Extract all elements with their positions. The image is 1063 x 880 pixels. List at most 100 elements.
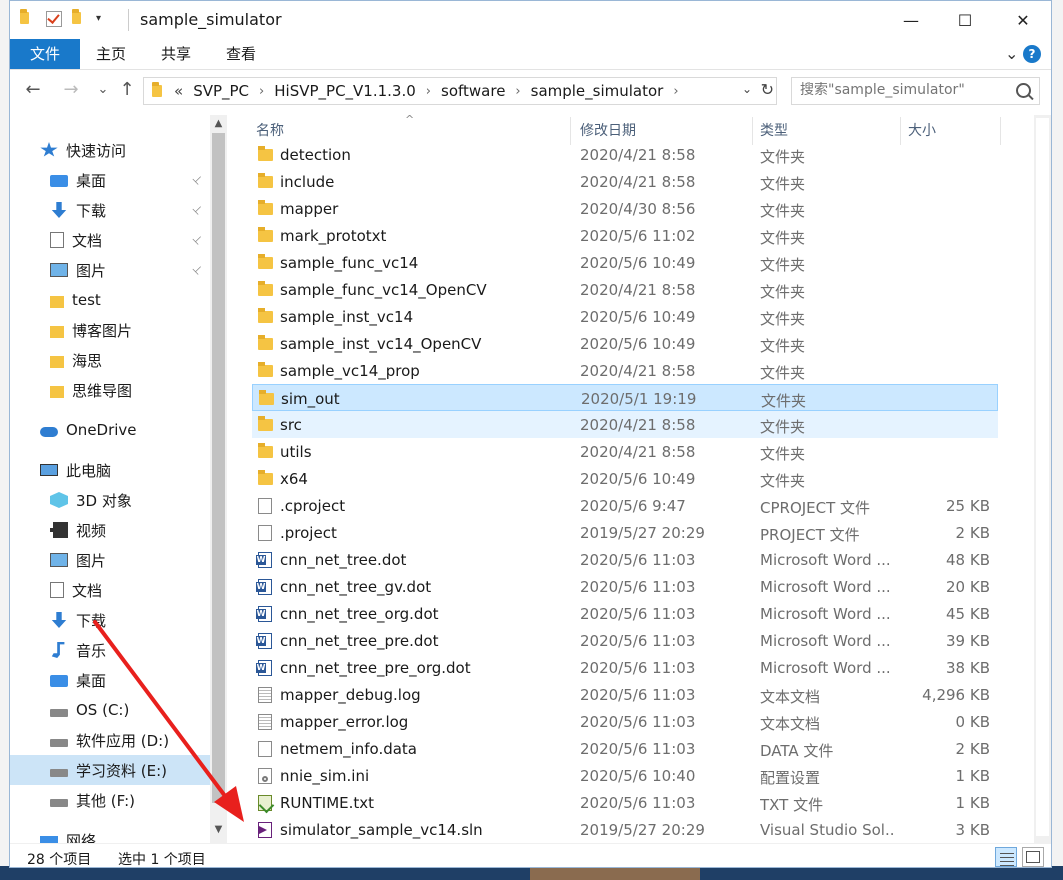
tab-share[interactable]: 共享 bbox=[151, 39, 201, 69]
sidebar-item[interactable]: 文档 bbox=[10, 575, 210, 605]
pin-icon[interactable]: ⊥ bbox=[190, 172, 206, 188]
minimize-button[interactable]: — bbox=[888, 1, 934, 39]
sidebar-item[interactable]: OS (C:) bbox=[10, 695, 210, 725]
sidebar-item[interactable]: 下载 bbox=[10, 605, 210, 635]
file-row[interactable]: mapper_error.log 2020/5/6 11:03 文本文档 0 KB bbox=[252, 708, 998, 735]
title-separator bbox=[128, 9, 129, 31]
up-arrow-icon[interactable]: ↑ bbox=[116, 79, 138, 101]
file-row[interactable]: .project 2019/5/27 20:29 PROJECT 文件 2 KB bbox=[252, 519, 998, 546]
file-row[interactable]: .cproject 2020/5/6 9:47 CPROJECT 文件 25 KB bbox=[252, 492, 998, 519]
file-row[interactable]: simulator_sample_vc14.sln 2019/5/27 20:29… bbox=[252, 816, 998, 843]
file-row[interactable]: cnn_net_tree_gv.dot 2020/5/6 11:03 Microso… bbox=[252, 573, 998, 600]
refresh-icon[interactable]: ↻ bbox=[761, 80, 774, 99]
sidebar-item[interactable]: 学习资料 (E:) bbox=[10, 755, 210, 785]
file-row[interactable]: mapper_debug.log 2020/5/6 11:03 文本文档 4,296 … bbox=[252, 681, 998, 708]
sidebar-item[interactable]: 其他 (F:) bbox=[10, 785, 210, 815]
file-row[interactable]: detection 2020/4/21 8:58 文件夹 bbox=[252, 141, 998, 168]
tab-view[interactable]: 查看 bbox=[216, 39, 266, 69]
sidebar-item[interactable]: 3D 对象 bbox=[10, 485, 210, 515]
scroll-down-icon[interactable]: ▼ bbox=[210, 821, 227, 839]
breadcrumb-item[interactable]: SVP_PC bbox=[193, 82, 249, 100]
sidebar-item[interactable]: 快速访问 bbox=[10, 135, 210, 165]
sidebar-item[interactable]: 海思 bbox=[10, 345, 210, 375]
details-view-icon[interactable] bbox=[995, 847, 1017, 867]
back-arrow-icon[interactable]: ← bbox=[22, 79, 44, 101]
breadcrumb-item[interactable]: HiSVP_PC_V1.1.3.0 bbox=[274, 82, 416, 100]
quick-access-dropdown-icon[interactable]: ▾ bbox=[96, 13, 114, 31]
breadcrumb-item[interactable]: sample_simulator bbox=[531, 82, 664, 100]
sidebar-item[interactable]: 此电脑 bbox=[10, 455, 210, 485]
sidebar-item[interactable]: 文档 ⊥ bbox=[10, 225, 210, 255]
file-row[interactable]: cnn_net_tree.dot 2020/5/6 11:03 Microsoft … bbox=[252, 546, 998, 573]
address-dropdown-icon[interactable]: ⌄ bbox=[742, 82, 752, 96]
file-row[interactable]: sample_inst_vc14_OpenCV 2020/5/6 10:49 文件夹 bbox=[252, 330, 998, 357]
new-folder-icon[interactable] bbox=[72, 9, 90, 28]
file-row[interactable]: netmem_info.data 2020/5/6 11:03 DATA 文件 2 K… bbox=[252, 735, 998, 762]
file-row[interactable]: RUNTIME.txt 2020/5/6 11:03 TXT 文件 1 KB bbox=[252, 789, 998, 816]
chevron-right-icon[interactable]: › bbox=[673, 84, 678, 99]
close-button[interactable]: ✕ bbox=[1000, 1, 1046, 39]
sidebar-item-label: 桌面 bbox=[76, 671, 107, 690]
scroll-up-icon[interactable]: ▲ bbox=[210, 115, 227, 133]
sidebar-item[interactable]: 音乐 bbox=[10, 635, 210, 665]
sidebar-item[interactable]: 博客图片 bbox=[10, 315, 210, 345]
sidebar-item[interactable]: 桌面 ⊥ bbox=[10, 165, 210, 195]
search-box[interactable] bbox=[791, 77, 1040, 105]
sidebar-item[interactable]: test bbox=[10, 285, 210, 315]
maximize-button[interactable]: ☐ bbox=[942, 1, 988, 39]
sidebar-item[interactable]: 视频 bbox=[10, 515, 210, 545]
pin-icon[interactable]: ⊥ bbox=[190, 262, 206, 278]
file-row[interactable]: cnn_net_tree_pre.dot 2020/5/6 11:03 Micros… bbox=[252, 627, 998, 654]
file-row[interactable]: mark_prototxt 2020/5/6 11:02 文件夹 bbox=[252, 222, 998, 249]
search-icon[interactable] bbox=[1016, 83, 1031, 98]
file-row[interactable]: utils 2020/4/21 8:58 文件夹 bbox=[252, 438, 998, 465]
file-list-scrollbar[interactable] bbox=[1034, 115, 1051, 843]
breadcrumb-item[interactable]: software bbox=[441, 82, 505, 100]
recent-locations-chevron-icon[interactable]: ⌄ bbox=[92, 79, 114, 101]
taskbar-active-app[interactable] bbox=[530, 866, 700, 880]
sidebar-item[interactable]: 图片 bbox=[10, 545, 210, 575]
tab-home[interactable]: 主页 bbox=[86, 39, 136, 69]
sidebar-item[interactable]: 软件应用 (D:) bbox=[10, 725, 210, 755]
chevron-right-icon[interactable]: › bbox=[259, 84, 264, 99]
search-input[interactable] bbox=[800, 82, 1010, 98]
sidebar-item[interactable]: 桌面 bbox=[10, 665, 210, 695]
scrollbar-thumb[interactable] bbox=[1036, 118, 1049, 836]
sidebar-item-label: 视频 bbox=[76, 521, 107, 540]
file-row[interactable]: cnn_net_tree_pre_org.dot 2020/5/6 11:03 Mi… bbox=[252, 654, 998, 681]
address-bar[interactable]: « SVP_PC › HiSVP_PC_V1.1.3.0 › software … bbox=[143, 77, 777, 105]
ribbon-expand-icon[interactable]: ⌄ bbox=[1005, 39, 1018, 69]
scrollbar-thumb[interactable] bbox=[212, 133, 225, 803]
file-row[interactable]: include 2020/4/21 8:58 文件夹 bbox=[252, 168, 998, 195]
help-icon[interactable]: ? bbox=[1023, 45, 1041, 63]
folder-icon bbox=[258, 200, 273, 215]
file-size: 25 KB bbox=[946, 497, 990, 515]
file-row[interactable]: sim_out 2020/5/1 19:19 文件夹 bbox=[252, 384, 998, 411]
sidebar-item[interactable]: 思维导图 bbox=[10, 375, 210, 405]
properties-checkmark-icon[interactable] bbox=[46, 11, 62, 27]
file-row[interactable]: src 2020/4/21 8:58 文件夹 bbox=[252, 411, 998, 438]
column-divider[interactable] bbox=[1000, 117, 1001, 145]
sidebar-item[interactable]: 下载 ⊥ bbox=[10, 195, 210, 225]
sidebar-item[interactable]: 图片 ⊥ bbox=[10, 255, 210, 285]
pin-icon[interactable]: ⊥ bbox=[190, 202, 206, 218]
file-row[interactable]: sample_vc14_prop 2020/4/21 8:58 文件夹 bbox=[252, 357, 998, 384]
large-icons-view-icon[interactable] bbox=[1022, 847, 1044, 867]
tab-file[interactable]: 文件 bbox=[10, 39, 80, 69]
breadcrumb-overflow[interactable]: « bbox=[174, 82, 183, 100]
chevron-right-icon[interactable]: › bbox=[515, 84, 520, 99]
folder-icon bbox=[258, 173, 273, 188]
file-row[interactable]: cnn_net_tree_org.dot 2020/5/6 11:03 Micros… bbox=[252, 600, 998, 627]
sidebar-item[interactable]: 网络 bbox=[10, 825, 210, 843]
file-row[interactable]: nnie_sim.ini 2020/5/6 10:40 配置设置 1 KB bbox=[252, 762, 998, 789]
navigation-scrollbar[interactable]: ▲ ▼ bbox=[210, 115, 227, 843]
file-row[interactable]: sample_func_vc14_OpenCV 2020/4/21 8:58 文件夹 bbox=[252, 276, 998, 303]
chevron-right-icon[interactable]: › bbox=[426, 84, 431, 99]
sidebar-item[interactable]: OneDrive bbox=[10, 415, 210, 445]
forward-arrow-icon[interactable]: → bbox=[60, 79, 82, 101]
file-row[interactable]: x64 2020/5/6 10:49 文件夹 bbox=[252, 465, 998, 492]
pin-icon[interactable]: ⊥ bbox=[190, 232, 206, 248]
file-row[interactable]: mapper 2020/4/30 8:56 文件夹 bbox=[252, 195, 998, 222]
file-row[interactable]: sample_func_vc14 2020/5/6 10:49 文件夹 bbox=[252, 249, 998, 276]
file-row[interactable]: sample_inst_vc14 2020/5/6 10:49 文件夹 bbox=[252, 303, 998, 330]
